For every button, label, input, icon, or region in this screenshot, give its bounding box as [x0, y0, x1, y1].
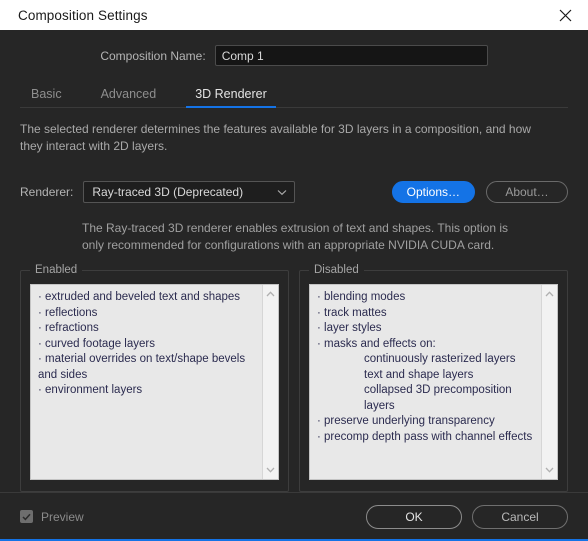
list-item: · masks and effects on:: [317, 337, 436, 350]
renderer-select-value: Ray-traced 3D (Deprecated): [92, 185, 244, 199]
dialog-body: Composition Name: Basic Advanced 3D Rend…: [0, 30, 588, 492]
disabled-list-scrollbar[interactable]: [541, 285, 557, 479]
chevron-up-icon[interactable]: [266, 288, 275, 300]
list-item: · track mattes: [317, 306, 387, 319]
disabled-list-content: · blending modes · track mattes · layer …: [310, 285, 541, 479]
enabled-group: Enabled · extruded and beveled text and …: [20, 264, 289, 492]
list-item: · material overrides on text/shape bevel…: [38, 353, 249, 381]
list-item: · reflections: [38, 306, 98, 319]
composition-name-label: Composition Name:: [100, 48, 206, 63]
list-item: · preserve underlying transparency: [317, 415, 495, 427]
renderer-label: Renderer:: [20, 185, 74, 199]
chevron-up-icon[interactable]: [545, 288, 554, 300]
chevron-down-icon[interactable]: [266, 464, 275, 476]
composition-settings-dialog: Composition Settings Composition Name: B…: [0, 0, 588, 541]
enabled-list-content: · extruded and beveled text and shapes ·…: [31, 285, 262, 479]
enabled-list-scrollbar[interactable]: [262, 285, 278, 479]
renderer-select[interactable]: Ray-traced 3D (Deprecated): [83, 181, 296, 203]
list-item: · extruded and beveled text and shapes: [38, 291, 241, 303]
about-button[interactable]: About…: [486, 181, 568, 203]
options-button[interactable]: Options…: [391, 181, 475, 203]
dialog-footer: Preview OK Cancel: [0, 492, 588, 540]
list-item: · blending modes: [317, 291, 406, 303]
preview-label: Preview: [41, 509, 84, 524]
feature-groups: Enabled · extruded and beveled text and …: [20, 264, 568, 492]
list-item: text and shape layers: [364, 368, 474, 381]
footer-buttons: OK Cancel: [366, 504, 568, 529]
list-item: · layer styles: [317, 322, 382, 334]
preview-checkbox-wrap[interactable]: Preview: [20, 510, 84, 524]
enabled-listbox[interactable]: · extruded and beveled text and shapes ·…: [30, 284, 279, 480]
composition-name-row: Composition Name:: [20, 45, 568, 66]
chevron-down-icon: [277, 189, 287, 196]
renderer-buttons: Options… About…: [391, 181, 568, 203]
tab-basic[interactable]: Basic: [22, 87, 71, 108]
disabled-listbox[interactable]: · blending modes · track mattes · layer …: [309, 284, 558, 480]
list-item: continuously rasterized layers: [364, 353, 516, 365]
renderer-row: Renderer: Ray-traced 3D (Deprecated) Opt…: [20, 181, 568, 203]
check-icon: [22, 513, 31, 520]
tab-bar: Basic Advanced 3D Renderer: [20, 82, 568, 108]
list-item: collapsed 3D precomposition layers: [364, 384, 515, 412]
list-item: · refractions: [38, 322, 99, 334]
tab-advanced[interactable]: Advanced: [92, 87, 166, 108]
ok-button[interactable]: OK: [366, 504, 462, 529]
list-item: · curved footage layers: [38, 337, 155, 350]
list-item: · precomp depth pass with channel effect…: [317, 430, 533, 443]
chevron-down-icon[interactable]: [545, 464, 554, 476]
cancel-button[interactable]: Cancel: [472, 504, 568, 529]
renderer-description: The selected renderer determines the fea…: [20, 122, 531, 153]
enabled-group-title: Enabled: [30, 264, 83, 276]
renderer-info-text: The Ray-traced 3D renderer enables extru…: [82, 221, 509, 252]
window-title: Composition Settings: [18, 7, 148, 23]
preview-checkbox[interactable]: [20, 510, 33, 523]
tab-3d-renderer[interactable]: 3D Renderer: [186, 87, 276, 108]
close-icon[interactable]: [542, 0, 588, 30]
disabled-group: Disabled · blending modes · track mattes…: [299, 264, 568, 492]
list-item: · environment layers: [38, 384, 143, 396]
composition-name-input[interactable]: [214, 45, 488, 66]
title-bar: Composition Settings: [0, 0, 588, 30]
disabled-group-title: Disabled: [309, 264, 364, 276]
